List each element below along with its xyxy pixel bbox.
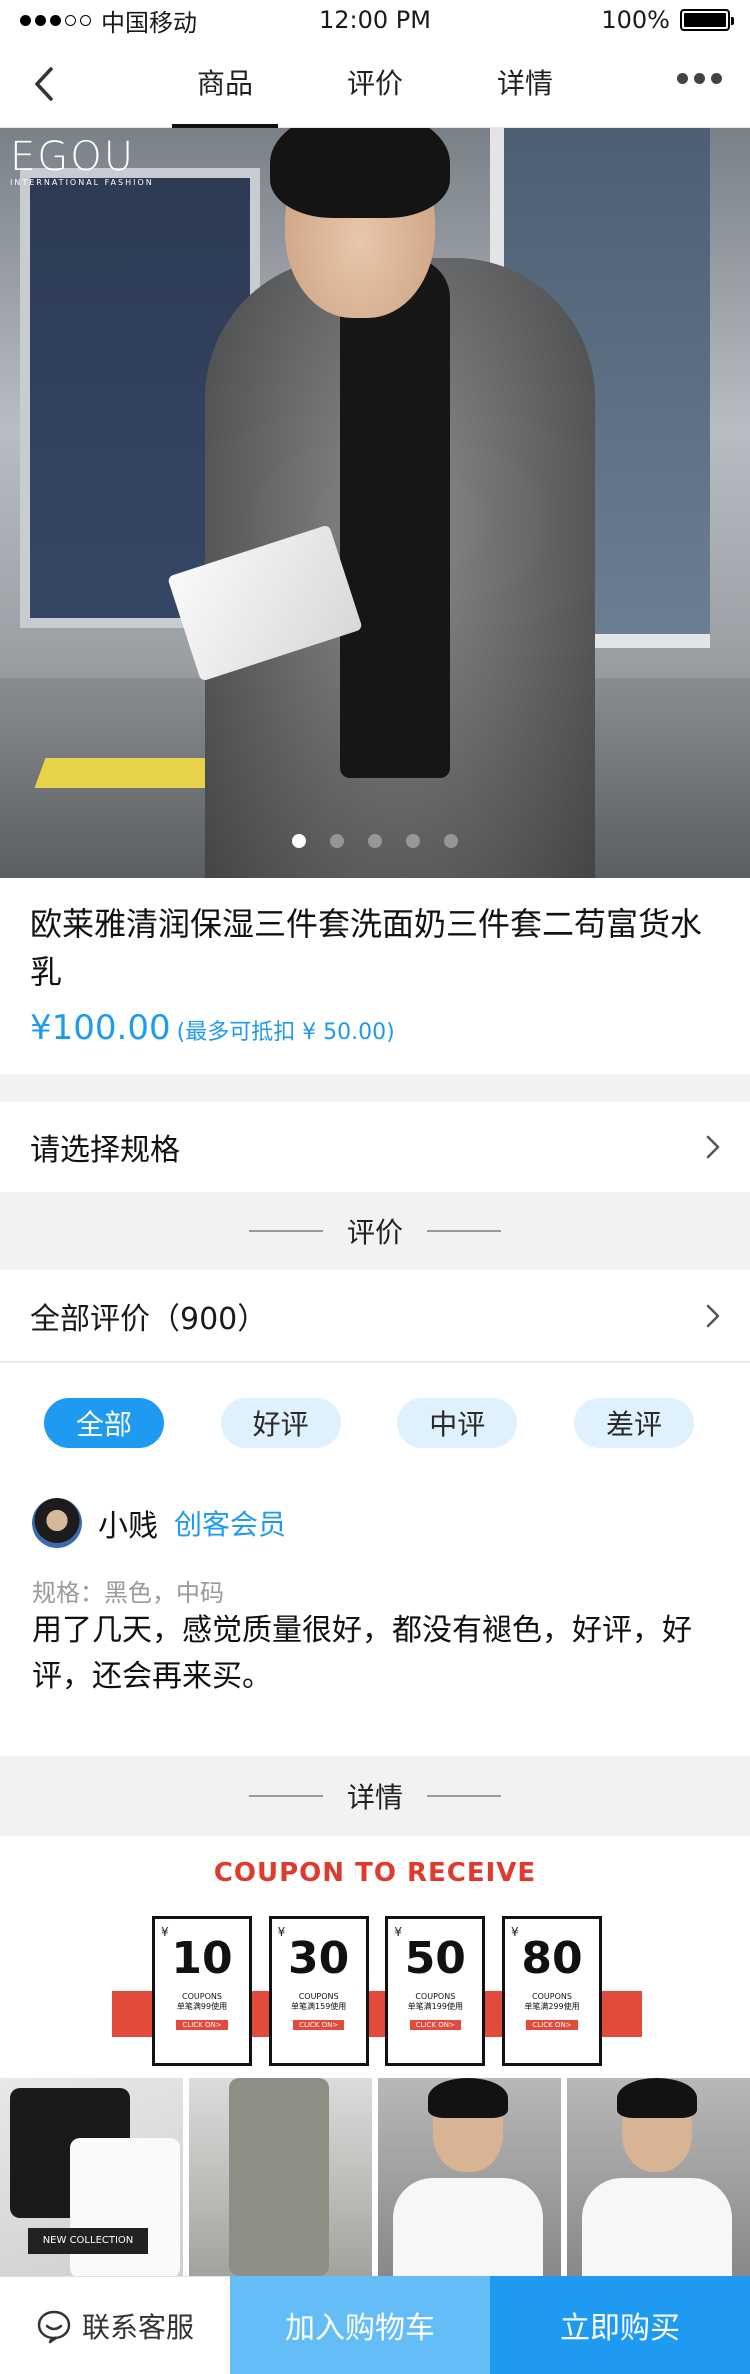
- all-reviews-row[interactable]: 全部评价（900）: [0, 1270, 750, 1362]
- coupon-caption: COUPONS: [415, 1992, 456, 2001]
- coupon-card[interactable]: ¥ 30 COUPONS 单笔满159使用 CLICK ON>: [268, 1916, 369, 2066]
- review-spec: 规格：黑色，中码: [32, 1579, 224, 1607]
- carousel-dot[interactable]: [444, 834, 458, 848]
- detail-photo-tees: NEW COLLECTION: [0, 2078, 183, 2276]
- coupon-card[interactable]: ¥ 10 COUPONS 单笔满99使用 CLICK ON>: [152, 1916, 252, 2066]
- review-text: 用了几天，感觉质量很好，都没有褪色，好评，好评，还会再来买。: [32, 1613, 692, 1694]
- reviewer-name: 小贱: [98, 1509, 158, 1544]
- coupon-claim-button[interactable]: CLICK ON>: [293, 2020, 345, 2030]
- chevron-right-icon: [706, 1304, 720, 1327]
- signal-icon: [20, 14, 91, 26]
- more-dots-icon[interactable]: [677, 73, 722, 84]
- customer-service-label: 联系客服: [81, 2310, 194, 2344]
- coupon-card[interactable]: ¥ 50 COUPONS 单笔满199使用 CLICK ON>: [385, 1916, 486, 2066]
- product-price: ¥100.00: [30, 1008, 171, 1048]
- hero-model-hair: [270, 128, 450, 218]
- bottom-action-bar: 联系客服 加入购物车 立即购买: [0, 2276, 750, 2374]
- hero-model-sweater: [340, 258, 450, 778]
- status-bar: 中国移动 12:00 PM 100%: [0, 0, 750, 40]
- chat-bubble-icon: [37, 2310, 71, 2343]
- coupon-list: ¥ 10 COUPONS 单笔满99使用 CLICK ON> ¥ 30 COUP…: [152, 1916, 602, 2066]
- status-right: 100%: [601, 6, 734, 34]
- detail-photo-pants: [189, 2078, 372, 2276]
- battery-icon: [680, 9, 734, 31]
- coupon-yen: ¥: [510, 1925, 519, 1939]
- status-left: 中国移动: [20, 3, 197, 38]
- avatar: [32, 1498, 82, 1548]
- carousel-dot[interactable]: [368, 834, 382, 848]
- chevron-left-icon: [35, 67, 53, 101]
- reviews-section-header: 评价: [0, 1192, 750, 1270]
- select-spec-row[interactable]: 请选择规格: [0, 1102, 750, 1192]
- logo-subtext: INTERNATIONAL FASHION: [10, 178, 154, 187]
- customer-service-button[interactable]: 联系客服: [0, 2276, 230, 2374]
- divider-line: [248, 1230, 323, 1232]
- add-to-cart-button[interactable]: 加入购物车: [230, 2276, 490, 2374]
- detail-photos: NEW COLLECTION: [0, 2078, 750, 2276]
- coupon-claim-button[interactable]: CLICK ON>: [526, 2020, 578, 2030]
- product-title: 欧莱雅清润保湿三件套洗面奶三件套二苟富货水乳: [30, 905, 703, 991]
- carousel-dots: [0, 834, 750, 848]
- coupon-caption: COUPONS: [298, 1992, 339, 2001]
- divider-line: [427, 1795, 501, 1797]
- filter-all[interactable]: 全部: [44, 1398, 164, 1448]
- tab-reviews[interactable]: 评价: [300, 40, 450, 128]
- tab-product[interactable]: 商品: [150, 40, 300, 128]
- filter-neutral[interactable]: 中评: [397, 1398, 518, 1448]
- coupon-condition: 单笔满299使用: [524, 2002, 580, 2011]
- nav-bar: 商品 评价 详情: [0, 40, 750, 128]
- coupon-caption: COUPONS: [532, 1992, 572, 2001]
- battery-percent: 100%: [601, 6, 670, 34]
- detail-section-title: 详情: [346, 1781, 403, 1814]
- reviews-section-title: 评价: [346, 1216, 403, 1249]
- coupon-condition: 单笔满159使用: [291, 2002, 347, 2011]
- coupon-amount: 10: [171, 1933, 233, 1984]
- nav-tabs: 商品 评价 详情: [150, 40, 600, 128]
- tab-details[interactable]: 详情: [450, 40, 600, 128]
- detail-section-header: 详情: [0, 1756, 750, 1836]
- member-tag: 创客会员: [174, 1508, 287, 1541]
- buy-now-button[interactable]: 立即购买: [490, 2276, 750, 2374]
- product-info: 欧莱雅清润保湿三件套洗面奶三件套二苟富货水乳 ¥100.00 (最多可抵扣 ¥ …: [0, 878, 750, 1074]
- coupon-claim-button[interactable]: CLICK ON>: [409, 2020, 461, 2030]
- coupon-amount: 30: [288, 1933, 350, 1984]
- logo-text: EGOU: [10, 134, 136, 180]
- divider-line: [427, 1230, 501, 1232]
- coupon-claim-button[interactable]: CLICK ON>: [176, 2020, 228, 2030]
- coupon-amount: 50: [404, 1933, 466, 1984]
- reviewer: 小贱 创客会员: [32, 1498, 286, 1548]
- back-button[interactable]: [22, 62, 66, 106]
- price-row: ¥100.00 (最多可抵扣 ¥ 50.00): [30, 1008, 720, 1048]
- brand-logo: EGOU INTERNATIONAL FASHION: [10, 134, 154, 187]
- carousel-dot[interactable]: [330, 834, 344, 848]
- coupon-title: COUPON TO RECEIVE: [213, 1858, 537, 1888]
- detail-photo-model: [567, 2078, 750, 2276]
- carrier-label: 中国移动: [101, 8, 197, 37]
- chevron-right-icon: [706, 1135, 720, 1159]
- credit-note: (最多可抵扣 ¥ 50.00): [176, 1020, 395, 1045]
- coupon-condition: 单笔满199使用: [407, 2002, 463, 2011]
- filter-positive[interactable]: 好评: [220, 1398, 341, 1448]
- select-spec-label: 请选择规格: [30, 1133, 180, 1168]
- product-hero-image[interactable]: EGOU INTERNATIONAL FASHION: [0, 128, 750, 878]
- coupon-amount: 80: [521, 1933, 583, 1984]
- detail-photo-model: [378, 2078, 561, 2276]
- all-reviews-label: 全部评价（900）: [30, 1301, 268, 1337]
- coupon-yen: ¥: [277, 1925, 286, 1939]
- coupon-card[interactable]: ¥ 80 COUPONS 单笔满299使用 CLICK ON>: [501, 1916, 602, 2066]
- coupon-yen: ¥: [161, 1925, 169, 1939]
- coupon-caption: COUPONS: [182, 1992, 222, 2001]
- photo-tag: NEW COLLECTION: [28, 2228, 148, 2254]
- divider-line: [248, 1795, 323, 1797]
- review-block: 全部 好评 中评 差评 小贱 创客会员 规格：黑色，中码 用了几天，感觉质量很好…: [0, 1363, 750, 1756]
- detail-image: COUPON TO RECEIVE ¥ 10 COUPONS 单笔满99使用 C…: [0, 1836, 750, 2276]
- coupon-condition: 单笔满99使用: [176, 2002, 228, 2011]
- carousel-dot[interactable]: [406, 834, 420, 848]
- review-filters: 全部 好评 中评 差评: [44, 1398, 694, 1448]
- carousel-dot[interactable]: [292, 834, 306, 848]
- coupon-yen: ¥: [394, 1925, 402, 1939]
- filter-negative[interactable]: 差评: [573, 1398, 694, 1448]
